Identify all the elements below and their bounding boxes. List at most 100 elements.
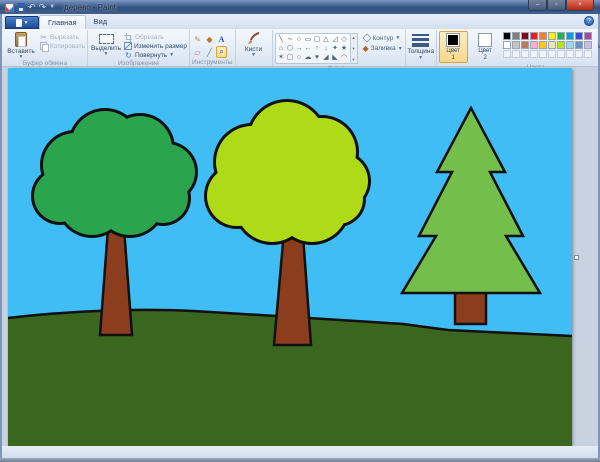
shape-icon[interactable]: ◢ [322,53,331,62]
shape-icon[interactable]: ◠ [340,53,349,62]
select-button[interactable]: Выделить ▼ [90,31,122,56]
palette-empty-slot[interactable] [530,50,538,58]
eraser-tool-icon[interactable]: ▱ [192,46,203,58]
crop-button[interactable]: Обрезать [124,33,187,41]
resize-handle-right[interactable] [574,255,579,260]
redo-icon[interactable]: ↷ [39,3,47,12]
shape-icon[interactable]: ○ [295,53,304,62]
palette-swatch[interactable] [503,32,511,40]
resize-button[interactable]: Изменить размер [124,42,187,50]
shape-icon[interactable]: ○ [295,35,304,44]
palette-swatch[interactable] [557,32,565,40]
undo-icon[interactable]: ↶ [28,3,36,12]
shape-icon[interactable]: ★ [340,44,349,53]
text-tool-icon[interactable]: A [216,33,227,45]
paste-button[interactable]: Вставить ▼ [5,31,37,59]
shape-icon[interactable]: ╲ [277,35,286,44]
shape-icon[interactable]: ↑ [313,44,322,53]
close-button[interactable]: × [566,0,594,11]
palette-empty-slot[interactable] [584,50,592,58]
palette-empty-slot[interactable] [566,50,574,58]
clipboard-icon [15,32,27,47]
scroll-more-icon[interactable]: ▼ [352,57,356,62]
shape-icon[interactable]: ⌂ [277,44,286,53]
outline-button[interactable]: Контур ▼ [363,34,403,42]
color1-swatch [446,33,460,47]
pencil-tool-icon[interactable]: ✎ [192,33,203,45]
copy-button[interactable]: Копировать [39,42,85,50]
edit-colors-button[interactable]: Изменение цветов [595,31,600,57]
group-clipboard: Вставить ▼ ✂ Вырезать Копировать Буфер о… [3,30,88,66]
palette-swatch[interactable] [530,32,538,40]
scroll-up-icon[interactable]: ▲ [352,35,356,40]
maximize-button[interactable]: ▫ [547,0,566,11]
palette-empty-slot[interactable] [575,50,583,58]
palette-swatch[interactable] [566,41,574,49]
shapes-scrollbar[interactable]: ▲ ▼ ▼ [351,33,358,64]
paint-app-icon[interactable] [5,3,14,12]
palette-swatch[interactable] [512,41,520,49]
palette-swatch[interactable] [539,41,547,49]
palette-swatch[interactable] [584,41,592,49]
size-button[interactable]: Толщина ▼ [408,31,434,60]
palette-swatch[interactable] [530,41,538,49]
fill-button[interactable]: ◆ Заливка ▼ [363,44,403,53]
palette-swatch[interactable] [575,32,583,40]
palette-swatch[interactable] [521,32,529,40]
tab-view[interactable]: Вид [86,15,116,29]
palette-swatch[interactable] [575,41,583,49]
palette-empty-slot[interactable] [512,50,520,58]
palette-empty-slot[interactable] [539,50,547,58]
color-picker-tool-icon[interactable]: ╱ [204,46,215,58]
shape-icon[interactable]: ☁ [304,53,313,62]
cut-button[interactable]: ✂ Вырезать [39,33,85,41]
scroll-down-icon[interactable]: ▼ [352,46,356,51]
shape-icon[interactable]: ∼ [286,35,295,44]
palette-swatch[interactable] [584,32,592,40]
palette-swatch[interactable] [503,41,511,49]
shape-icon[interactable]: ▢ [313,35,322,44]
rotate-button[interactable]: ↻ Повернуть ▼ [124,51,187,59]
color1-button[interactable]: Цвет 1 [439,31,468,63]
palette-swatch[interactable] [548,41,556,49]
brushes-button[interactable]: Кисти ▼ [238,31,270,57]
palette-empty-slot[interactable] [521,50,529,58]
palette-swatch[interactable] [539,32,547,40]
shape-icon[interactable]: ▭ [304,35,313,44]
magnifier-tool-icon[interactable]: ⌕ [216,46,227,58]
shape-icon[interactable]: ↓ [322,44,331,53]
help-icon[interactable]: ? [584,16,594,26]
palette-empty-slot[interactable] [503,50,511,58]
shape-icon[interactable]: ◇ [340,35,349,44]
color2-button[interactable]: Цвет 2 [471,31,500,63]
palette-swatch[interactable] [548,32,556,40]
shape-icon[interactable]: ◿ [331,35,340,44]
fill-tool-icon[interactable]: ◆ [204,33,215,45]
app-menu-button[interactable]: ▼ [5,16,39,29]
minimize-button[interactable]: – [528,0,547,11]
fir-trunk [455,290,486,324]
resize-icon [124,42,132,50]
shape-icon[interactable]: ✦ [331,44,340,53]
ribbon: Вставить ▼ ✂ Вырезать Копировать Буфер о… [2,29,598,67]
qat-dropdown-icon[interactable]: ▼ [49,4,55,10]
work-area [2,67,598,446]
shape-icon[interactable]: → [295,44,304,53]
palette-swatch[interactable] [557,41,565,49]
palette-swatch[interactable] [512,32,520,40]
palette-swatch[interactable] [566,32,574,40]
palette-swatch[interactable] [521,41,529,49]
shape-icon[interactable]: ← [304,44,313,53]
save-icon[interactable] [17,3,25,11]
shape-icon[interactable]: ♥ [313,53,322,62]
shape-icon[interactable]: ◣ [331,53,340,62]
shape-icon[interactable]: ✶ [277,53,286,62]
palette-empty-slot[interactable] [557,50,565,58]
drawing-canvas[interactable] [8,68,572,446]
tab-home[interactable]: Главная [39,15,86,29]
palette-empty-slot[interactable] [548,50,556,58]
shape-icon[interactable]: ⬡ [286,44,295,53]
chevron-down-icon: ▼ [398,47,403,51]
shape-icon[interactable]: △ [322,35,331,44]
shape-icon[interactable]: ▢ [286,53,295,62]
